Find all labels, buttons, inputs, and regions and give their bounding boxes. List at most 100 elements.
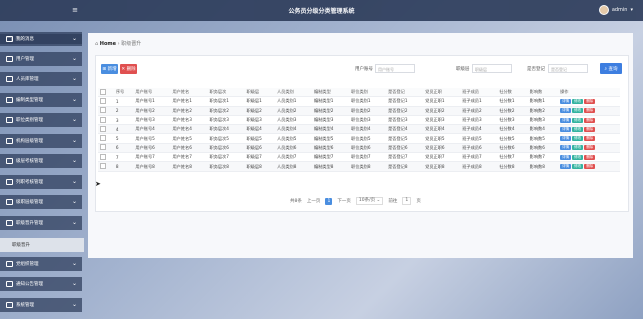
chevron-down-icon: ⌄ (71, 198, 77, 205)
sidebar-item[interactable]: 系统管理 ⌄ (0, 298, 82, 312)
sidebar-item[interactable]: 职级晋升管理 ⌄ (0, 216, 82, 230)
sidebar-item[interactable]: 编制类型管理 ⌄ (0, 93, 82, 107)
table-row[interactable]: 3 用户账号3 用户姓名3 职务层次3 职级层3 人员类别3 编制类型3 职位类别3 是否登记3… (98, 115, 620, 126)
table-row[interactable]: 5 用户账号5 用户姓名5 职务层次5 职级层5 人员类别5 编制类型5 职位类别5 是否登记5… (98, 133, 620, 144)
row-actions: 详情 修改 删除 (558, 161, 620, 172)
sidebar-item[interactable]: 列职考核管理 ⌄ (0, 175, 82, 189)
table-row[interactable]: 7 用户账号7 用户姓名7 职务层次7 职级层7 人员类别7 编制类型7 职位类别7 是否登记7… (98, 152, 620, 163)
row-checkbox[interactable] (100, 135, 106, 142)
detail-button[interactable]: 详情 (560, 136, 572, 142)
edit-button[interactable]: 修改 (572, 126, 584, 132)
table-row[interactable]: 2 用户账号2 用户姓名2 职务层次2 职级层2 人员类别2 编制类型2 职位类别2 是否登记2… (98, 106, 620, 116)
pager-next[interactable]: 下一页 (337, 198, 351, 204)
sidebar-item[interactable]: 级层考核管理 ⌄ (0, 154, 82, 168)
select-all-checkbox-cell[interactable] (98, 88, 114, 98)
sidebar-item[interactable]: 党组织管理 ⌄ (0, 257, 82, 271)
column-header: 职务层次 (207, 88, 245, 98)
search-button[interactable]: ⌕ 查询 (600, 63, 622, 74)
detail-button[interactable]: 详情 (560, 98, 572, 104)
breadcrumb-home[interactable]: Home (100, 41, 116, 47)
table-cell: 社分数5 (497, 133, 528, 144)
search-label-account: 用户账号 (355, 67, 373, 72)
search-input-registered[interactable]: 是否登记 (548, 64, 588, 73)
select-all-checkbox[interactable] (100, 88, 106, 95)
table-row[interactable]: 1 用户账号1 用户姓名1 职务层次1 职级层1 人员类别1 编制类型1 职位类别1 是否登记1… (98, 96, 620, 107)
table-cell: 用户姓名6 (170, 143, 208, 154)
row-actions: 详情 修改 删除 (558, 115, 620, 126)
row-delete-button[interactable]: 删除 (584, 108, 596, 114)
detail-button[interactable]: 详情 (560, 117, 572, 123)
sidebar-item[interactable]: 级职层级管理 ⌄ (0, 195, 82, 209)
pager-goto-input[interactable]: 1 (402, 197, 412, 205)
row-checkbox-cell[interactable] (98, 106, 114, 116)
detail-button[interactable]: 详情 (560, 164, 572, 170)
row-delete-button[interactable]: 删除 (584, 126, 596, 132)
sidebar-subitem-active[interactable]: 职级晋升 (0, 238, 84, 252)
menu-item-icon (6, 281, 13, 287)
row-checkbox-cell[interactable] (98, 133, 114, 144)
column-header: 序号 (113, 88, 134, 98)
row-checkbox-cell[interactable] (98, 152, 114, 163)
table-cell: 职位类别6 (349, 143, 387, 154)
edit-button[interactable]: 修改 (572, 136, 584, 142)
row-delete-button[interactable]: 删除 (584, 117, 596, 123)
pager-size-select[interactable]: 10条/页 ⌄ (355, 197, 384, 205)
table-cell: 用户账号4 (133, 124, 171, 135)
row-delete-button[interactable]: 删除 (584, 98, 596, 104)
sidebar-item[interactable]: 职位类别管理 ⌄ (0, 113, 82, 127)
edit-button[interactable]: 修改 (572, 164, 584, 170)
sidebar-item-label: 列职考核管理 (16, 180, 43, 185)
table-row[interactable]: 8 用户账号8 用户姓名8 职务层次8 职级层8 人员类别8 编制类型8 职位类别8 是否登记8… (98, 161, 620, 172)
table-cell: 职位类别2 (349, 106, 387, 116)
row-checkbox[interactable] (100, 163, 106, 170)
home-icon[interactable]: ⌂ (95, 41, 98, 47)
chevron-down-icon: ⌄ (71, 116, 77, 123)
row-actions: 详情 修改 删除 (558, 124, 620, 135)
row-checkbox-cell[interactable] (98, 96, 114, 107)
search-input-level[interactable]: 职级层 (472, 64, 512, 73)
row-checkbox-cell[interactable] (98, 115, 114, 126)
row-checkbox[interactable] (100, 107, 106, 114)
add-button[interactable]: ⊞ 新增 (101, 64, 118, 74)
row-checkbox[interactable] (100, 97, 106, 104)
row-checkbox-cell[interactable] (98, 161, 114, 172)
edit-button[interactable]: 修改 (572, 154, 584, 160)
pager-prev[interactable]: 上一页 (307, 198, 321, 204)
detail-button[interactable]: 详情 (560, 145, 572, 151)
search-input-account[interactable]: 用户账号 (375, 64, 415, 73)
sidebar-item-label: 级层考核管理 (16, 159, 43, 164)
row-delete-button[interactable]: 删除 (584, 154, 596, 160)
pager-current-page[interactable]: 1 (325, 197, 333, 205)
table-cell: 7 (113, 152, 134, 163)
table-cell: 人员类别3 (274, 115, 313, 126)
row-checkbox-cell[interactable] (98, 124, 114, 135)
row-checkbox[interactable] (100, 125, 106, 132)
sidebar-item[interactable]: 用户管理 ⌄ (0, 52, 82, 66)
edit-button[interactable]: 修改 (572, 145, 584, 151)
detail-button[interactable]: 详情 (560, 126, 572, 132)
table-row[interactable]: 6 用户账号6 用户姓名6 职务层次6 职级层6 人员类别6 编制类型6 职位类别6 是否登记6… (98, 143, 620, 154)
row-checkbox[interactable] (100, 144, 106, 151)
detail-button[interactable]: 详情 (560, 108, 572, 114)
detail-button[interactable]: 详情 (560, 154, 572, 160)
row-actions: 详情 修改 删除 (558, 152, 620, 163)
edit-button[interactable]: 修改 (572, 98, 584, 104)
edit-button[interactable]: 修改 (572, 108, 584, 114)
delete-button[interactable]: ✕ 删除 (120, 64, 137, 74)
table-cell: 职级层3 (244, 115, 275, 126)
row-delete-button[interactable]: 删除 (584, 164, 596, 170)
sidebar-item[interactable]: 通知公告管理 ⌄ (0, 277, 82, 291)
row-checkbox[interactable] (100, 116, 106, 123)
row-delete-button[interactable]: 删除 (584, 136, 596, 142)
sidebar-item[interactable]: 人员库管理 ⌄ (0, 72, 82, 86)
row-checkbox-cell[interactable] (98, 143, 114, 154)
sidebar-item[interactable]: 我的消息 ⌄ (0, 32, 82, 46)
user-menu[interactable]: admin ▾ (598, 5, 633, 15)
sidebar-item[interactable]: 机构层级管理 ⌄ (0, 134, 82, 148)
breadcrumb-separator: › (117, 41, 120, 47)
edit-button[interactable]: 修改 (572, 117, 584, 123)
table-cell: 人员类别4 (274, 124, 313, 135)
table-row[interactable]: 4 用户账号4 用户姓名4 职务层次4 职级层4 人员类别4 编制类型4 职位类别4 是否登记4… (98, 124, 620, 135)
row-checkbox[interactable] (100, 153, 106, 160)
row-delete-button[interactable]: 删除 (584, 145, 596, 151)
